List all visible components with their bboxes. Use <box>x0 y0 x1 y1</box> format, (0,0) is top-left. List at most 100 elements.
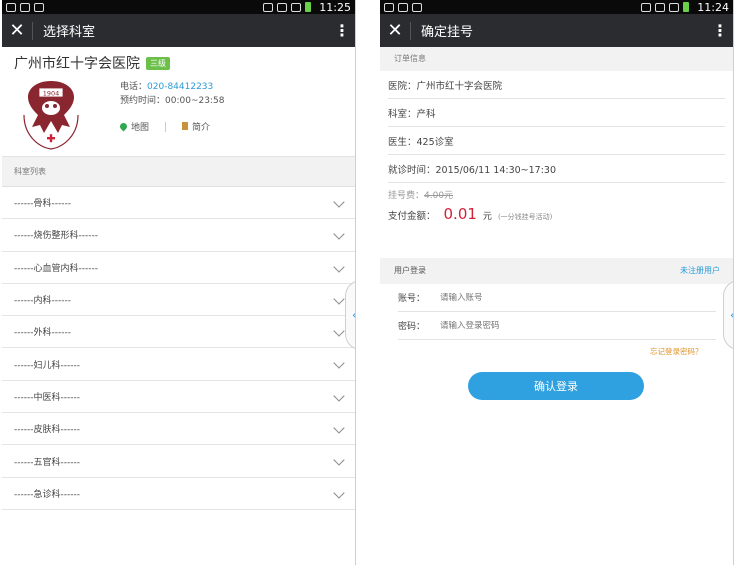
department-item[interactable]: ------骨科------ <box>2 187 355 220</box>
title-bar: ✕ 选择科室 ⋮ <box>2 14 355 47</box>
fee-label: 挂号费： <box>388 190 425 201</box>
map-link[interactable]: 地图 <box>118 120 150 133</box>
map-label: 地图 <box>131 123 150 133</box>
department-item[interactable]: ------烧伤整形科------ <box>2 219 355 252</box>
department-label: ------急诊科------ <box>14 489 80 500</box>
divider <box>165 121 167 132</box>
pay-unit: 元 <box>482 212 492 222</box>
title-bar: ✕ 确定挂号 ⋮ <box>380 14 733 47</box>
department-item[interactable]: ------妇儿科------ <box>2 348 355 381</box>
order-department: 科室：产科 <box>388 99 725 127</box>
divider <box>32 21 33 40</box>
page-title: 确定挂号 <box>421 25 474 40</box>
notification-icon <box>6 2 16 12</box>
account-input[interactable] <box>440 292 640 303</box>
pay-amount-value: 0.01 <box>443 205 477 223</box>
login-section-header: 用户登录 未注册用户 <box>380 258 733 284</box>
status-time: 11:24 <box>697 0 729 14</box>
status-bar: 11:24 <box>380 0 733 14</box>
notification-icon <box>398 2 408 12</box>
notification-icon <box>412 2 422 12</box>
intro-link[interactable]: 简介 <box>182 120 210 133</box>
chevron-left-icon: ‹ <box>730 308 733 322</box>
vibrate-icon <box>641 2 652 12</box>
fee-value: 4.00元 <box>424 190 454 201</box>
pay-promo-note: (一分钱挂号活动) <box>497 213 553 221</box>
department-label: ------皮肤科------ <box>14 425 80 436</box>
department-label: ------外科------ <box>14 328 71 339</box>
chevron-down-icon <box>333 390 345 402</box>
order-info: 医院：广州市红十字会医院 科室：产科 医生：425诊室 就诊时间：2015/06… <box>380 71 733 223</box>
signal-icon <box>291 2 302 12</box>
close-icon[interactable]: ✕ <box>380 14 410 47</box>
chevron-down-icon <box>333 325 345 337</box>
department-label: ------妇儿科------ <box>14 360 80 371</box>
department-item[interactable]: ------中医科------ <box>2 381 355 414</box>
pay-label: 支付金额： <box>388 211 436 222</box>
department-label: ------中医科------ <box>14 392 80 403</box>
divider <box>410 21 411 40</box>
status-time: 11:25 <box>319 0 351 14</box>
battery-icon <box>305 2 312 12</box>
hospital-name: 广州市红十字会医院 <box>14 56 140 72</box>
book-icon <box>182 122 189 130</box>
battery-icon <box>683 2 690 12</box>
department-label: ------烧伤整形科------ <box>14 231 98 242</box>
notification-icon <box>20 2 30 12</box>
department-item[interactable]: ------外科------ <box>2 316 355 349</box>
hospital-header: 广州市红十字会医院 三级 1904 电话：020-84412233 预约时间：0… <box>2 47 355 157</box>
side-tab[interactable]: ‹ <box>723 280 733 350</box>
close-icon[interactable]: ✕ <box>2 14 32 47</box>
chevron-down-icon <box>333 260 345 273</box>
department-label: ------骨科------ <box>14 199 71 210</box>
password-label: 密码： <box>398 322 426 332</box>
account-field-row: 账号： <box>398 284 716 312</box>
department-item[interactable]: ------五官科------ <box>2 445 355 478</box>
department-label: ------心血管内科------ <box>14 263 98 274</box>
signal-icon <box>669 2 680 12</box>
forgot-password-link[interactable]: 忘记登录密码？ <box>650 346 703 357</box>
order-doctor: 医生：425诊室 <box>388 127 725 155</box>
chevron-left-icon: ‹ <box>352 308 355 322</box>
password-input[interactable] <box>440 320 640 331</box>
phone-link[interactable]: 020-84412233 <box>147 82 213 92</box>
side-tab[interactable]: ‹ <box>345 280 355 350</box>
account-label: 账号： <box>398 294 426 304</box>
chevron-down-icon <box>333 454 345 467</box>
notification-icon <box>384 2 394 12</box>
payment-amount: 支付金额： 0.01 元 (一分钱挂号活动) <box>388 205 725 223</box>
department-item[interactable]: ------皮肤科------ <box>2 413 355 446</box>
image-icon <box>34 2 44 12</box>
department-item[interactable]: ------心血管内科------ <box>2 252 355 284</box>
more-vertical-icon[interactable]: ⋮ <box>329 21 355 40</box>
department-select-screen: 11:25 ✕ 选择科室 ⋮ 广州市红十字会医院 三级 1904 电话：020-… <box>2 0 356 565</box>
page-title: 选择科室 <box>43 25 96 40</box>
more-vertical-icon[interactable]: ⋮ <box>707 21 733 40</box>
chevron-down-icon <box>333 196 345 208</box>
booking-hours: 预约时间：00:00~23:58 <box>120 96 225 106</box>
register-link[interactable]: 未注册用户 <box>680 265 720 284</box>
order-hospital: 医院：广州市红十字会医院 <box>388 71 725 99</box>
department-item[interactable]: ------急诊科------ <box>2 478 355 510</box>
chevron-down-icon <box>333 293 345 305</box>
vibrate-icon <box>263 2 274 12</box>
department-list: ------骨科------ ------烧伤整形科------ ------心血管… <box>2 187 355 510</box>
status-bar: 11:25 <box>2 0 355 14</box>
wifi-icon <box>655 2 666 12</box>
hospital-links: 地图 简介 <box>118 120 210 133</box>
confirm-login-button[interactable]: 确认登录 <box>468 372 644 400</box>
chevron-down-icon <box>333 422 345 434</box>
wifi-icon <box>277 2 288 12</box>
department-item[interactable]: ------内科------ <box>2 284 355 317</box>
grade-badge: 三级 <box>146 56 170 70</box>
chevron-down-icon <box>333 228 345 240</box>
intro-label: 简介 <box>192 123 211 133</box>
registration-fee: 挂号费： 4.00元 <box>388 183 725 205</box>
confirm-registration-screen: 11:24 ✕ 确定挂号 ⋮ 订单信息 医院：广州市红十字会医院 科室：产科 医… <box>380 0 734 565</box>
logo-year: 1904 <box>43 90 60 98</box>
department-label: ------五官科------ <box>14 457 80 468</box>
department-label: ------内科------ <box>14 296 71 307</box>
login-label: 用户登录 <box>394 266 426 275</box>
map-pin-icon <box>118 121 129 132</box>
department-list-label: 科室列表 <box>2 157 355 187</box>
